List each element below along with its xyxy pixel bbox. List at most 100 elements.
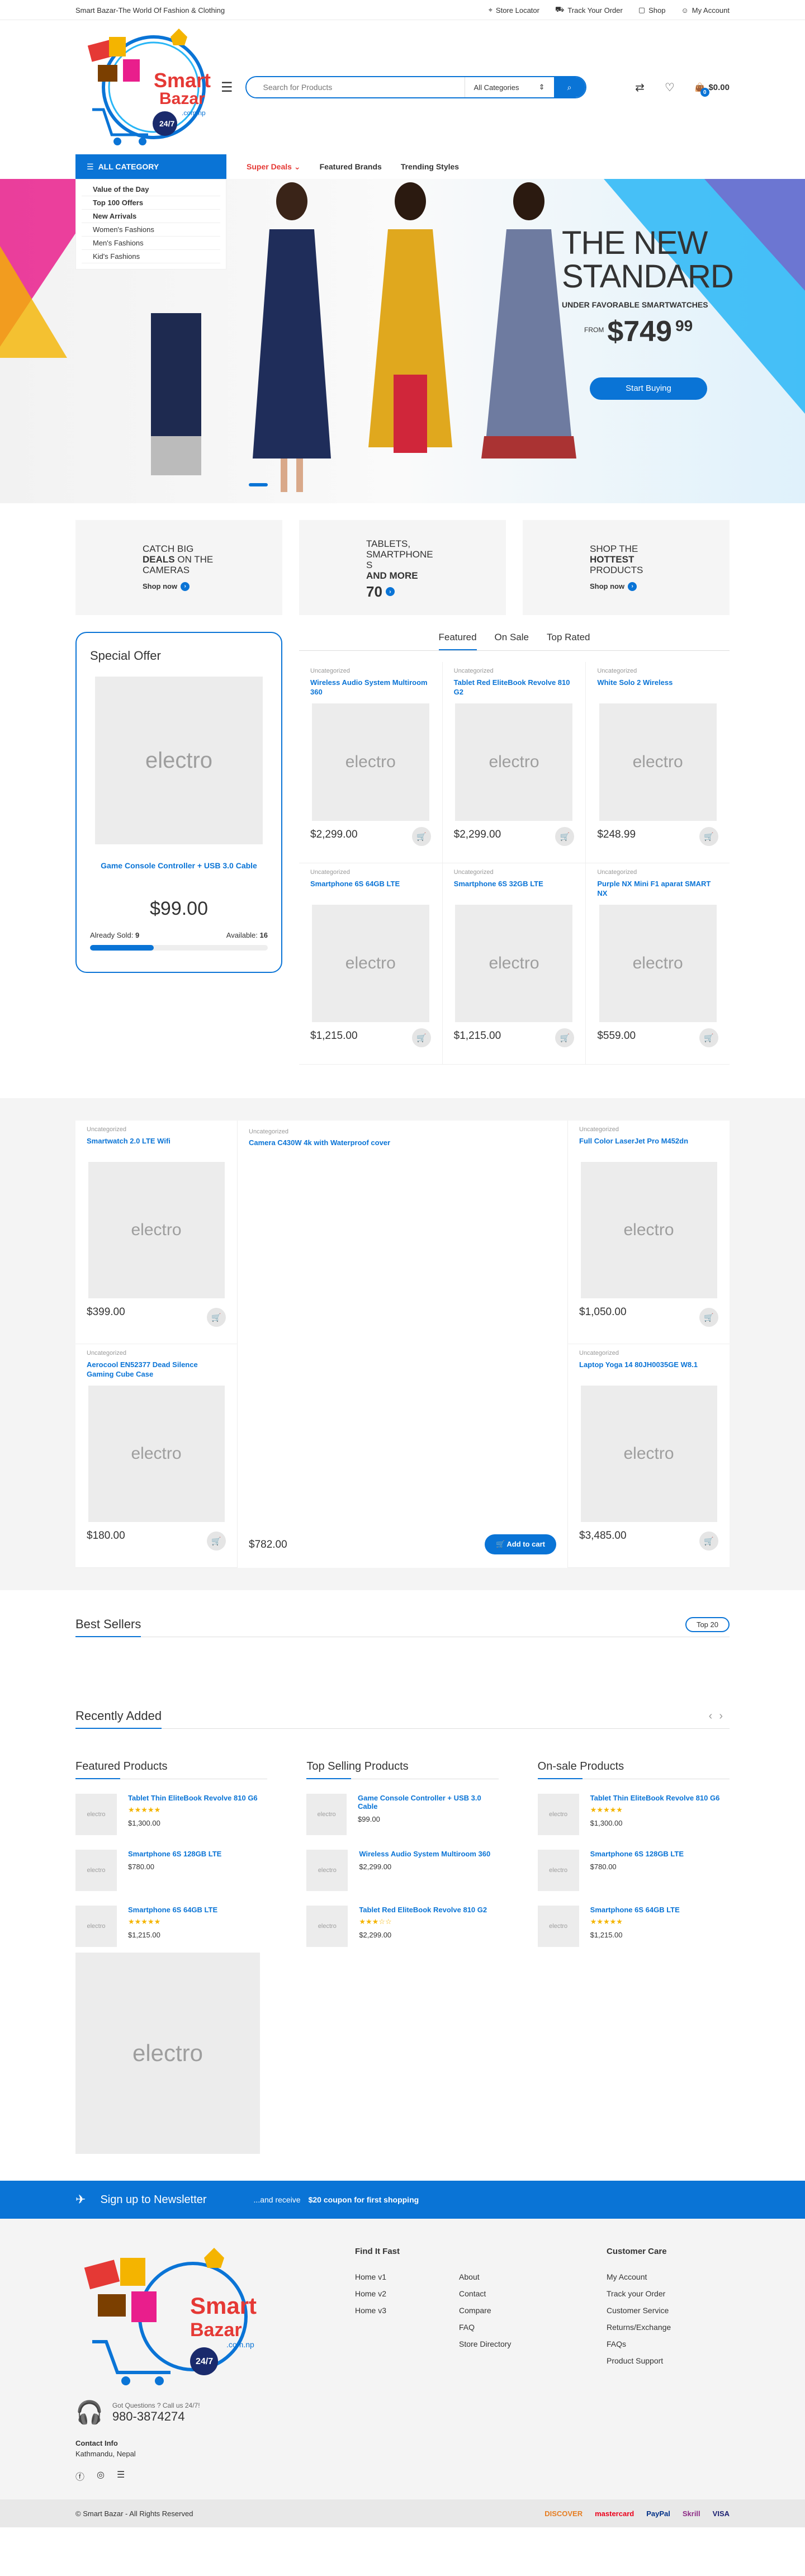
cart-icon[interactable]: 🛒 [699,1532,718,1551]
footer-link[interactable]: Track your Order [607,2285,671,2302]
footer-link[interactable]: Home v1 [355,2268,386,2285]
nav-super-deals[interactable]: Super Deals ⌄ [247,162,301,172]
menu-icon[interactable]: ☰ [221,79,233,96]
top-20-button[interactable]: Top 20 [685,1617,730,1632]
cart-icon[interactable]: 🛒 [699,1028,718,1047]
category-item[interactable]: Men's Fashions [82,237,220,250]
rss-icon[interactable]: ☰ [117,2469,125,2483]
cart-icon[interactable]: 🛒 [555,827,575,846]
product-name[interactable]: Smartphone 6S 64GB LTE [310,879,431,901]
cart-icon[interactable]: 🛒 [411,827,431,846]
product-card[interactable]: Uncategorized Full Color LaserJet Pro M45… [567,1121,730,1344]
product-name[interactable]: Aerocool EN52377 Dead Silence Gaming Cub… [87,1360,226,1382]
slider-dot[interactable] [249,483,268,486]
instagram-icon[interactable]: ◎ [97,2469,105,2483]
product-name[interactable]: Camera C430W 4k with Waterproof cover [249,1138,556,1147]
list-item[interactable]: electro Smartphone 6S 128GB LTE $780.00 [75,1850,267,1891]
compare-icon[interactable]: ⇄ [635,81,645,94]
nav-featured-brands[interactable]: Featured Brands [320,162,382,172]
all-category-button[interactable]: ☰ ALL CATEGORY [75,154,226,179]
product-name[interactable]: Smartwatch 2.0 LTE Wifi [87,1136,226,1159]
product-name[interactable]: White Solo 2 Wireless [597,678,718,700]
heart-icon[interactable]: ♡ [665,81,675,94]
product-name[interactable]: Smartphone 6S 64GB LTE [590,1906,680,1914]
list-item[interactable]: electro Tablet Thin EliteBook Revolve 810… [537,1794,730,1835]
search-button[interactable]: ⌕ [553,77,585,97]
product-card[interactable]: Uncategorized Smartphone 6S 64GB LTE elect… [299,863,443,1065]
tab-featured[interactable]: Featured [438,632,477,650]
list-item[interactable]: electro Tablet Red EliteBook Revolve 810 … [306,1906,498,1947]
list-item[interactable]: electro Game Console Controller + USB 3.0… [306,1794,498,1835]
footer-link[interactable]: About [459,2268,511,2285]
special-offer-card[interactable]: Special Offer electro Game Console Contr… [75,632,282,973]
list-item[interactable]: electro Wireless Audio System Multiroom 3… [306,1850,498,1891]
category-select[interactable]: All Categories ⇕ [464,77,554,97]
category-item[interactable]: Top 100 Offers [82,196,220,210]
cart-icon[interactable]: 🛒 [699,1308,718,1327]
footer-link[interactable]: Store Directory [459,2336,511,2352]
product-name[interactable]: Laptop Yoga 14 80JH0035GE W8.1 [579,1360,718,1382]
product-name[interactable]: Game Console Controller + USB 3.0 Cable [358,1794,499,1811]
shop-link[interactable]: ▢ Shop [638,5,666,15]
category-item[interactable]: New Arrivals [82,210,220,223]
product-name[interactable]: Tablet Thin EliteBook Revolve 810 G6 [590,1794,720,1802]
facebook-icon[interactable]: ⓕ [75,2469,84,2483]
add-to-cart-button[interactable]: 🛒 Add to cart [485,1534,556,1554]
cart-icon[interactable]: 🛒 [207,1532,226,1551]
product-name[interactable]: Tablet Red EliteBook Revolve 810 G2 [359,1906,487,1914]
chevron-left-icon[interactable]: ‹ [709,1710,719,1722]
product-name[interactable]: Purple NX Mini F1 aparat SMART NX [597,879,718,901]
list-item[interactable]: electro Tablet Thin EliteBook Revolve 810… [75,1794,267,1835]
list-item[interactable]: electro Smartphone 6S 64GB LTE ★★★★★ $1,215… [75,1906,267,1947]
product-name[interactable]: Wireless Audio System Multiroom 360 [310,678,431,700]
product-name[interactable]: Smartphone 6S 64GB LTE [128,1906,217,1914]
category-item[interactable]: Women's Fashions [82,223,220,237]
category-item[interactable]: Kid's Fashions [82,250,220,263]
nav-trending-styles[interactable]: Trending Styles [401,162,459,172]
banner-tablets[interactable]: TABLETS, SMARTPHONE S AND MORE 70 › [299,520,506,615]
chevron-right-icon[interactable]: › [719,1710,730,1722]
tab-on-sale[interactable]: On Sale [495,632,529,650]
product-card[interactable]: Uncategorized Purple NX Mini F1 aparat SM… [586,863,730,1065]
product-card[interactable]: Uncategorized Tablet Red EliteBook Revolv… [442,662,586,863]
product-card[interactable]: Uncategorized Laptop Yoga 14 80JH0035GE W… [567,1344,730,1568]
product-name[interactable]: Full Color LaserJet Pro M452dn [579,1136,718,1159]
cart-icon[interactable]: 🛒 [699,827,718,846]
product-card[interactable]: Uncategorized Wireless Audio System Multi… [299,662,443,863]
footer-link[interactable]: Contact [459,2285,511,2302]
cart-icon[interactable]: 🛒 [207,1308,226,1327]
start-buying-button[interactable]: Start Buying [590,377,707,400]
featured-product-large[interactable]: Uncategorized Camera C430W 4k with Water… [238,1121,567,1568]
footer-link[interactable]: Customer Service [607,2302,671,2319]
product-name[interactable]: Smartphone 6S 128GB LTE [128,1850,221,1858]
category-item[interactable]: Value of the Day [82,183,220,196]
footer-link[interactable]: Home v3 [355,2302,386,2319]
cart-icon[interactable]: 🛒 [555,1028,575,1047]
list-item[interactable]: electro Smartphone 6S 128GB LTE $780.00 [537,1850,730,1891]
footer-link[interactable]: Home v2 [355,2285,386,2302]
product-name[interactable]: Tablet Red EliteBook Revolve 810 G2 [454,678,575,700]
product-name[interactable]: Tablet Thin EliteBook Revolve 810 G6 [128,1794,258,1802]
banner-cameras[interactable]: CATCH BIG DEALS ON THE CAMERAS Shop now › [75,520,282,615]
product-card[interactable]: Uncategorized Aerocool EN52377 Dead Silen… [75,1344,238,1568]
product-card[interactable]: Uncategorized Smartphone 6S 32GB LTE elect… [442,863,586,1065]
footer-link[interactable]: FAQ [459,2319,511,2336]
product-name[interactable]: Smartphone 6S 128GB LTE [590,1850,684,1858]
site-logo[interactable]: Smart Bazar .com.np 24/7 [75,26,221,149]
footer-link[interactable]: Returns/Exchange [607,2319,671,2336]
footer-logo[interactable]: Smart Bazar .com.np 24/7 [75,2247,355,2388]
product-card[interactable]: Uncategorized White Solo 2 Wireless electr… [586,662,730,863]
list-item[interactable]: electro Smartphone 6S 64GB LTE ★★★★★ $1,215… [537,1906,730,1947]
search-input[interactable] [246,77,465,97]
promo-image[interactable]: electro [75,1953,260,2154]
phone-number[interactable]: 980-3874274 [112,2409,200,2424]
cart-icon[interactable]: 🛒 [411,1028,431,1047]
store-locator-link[interactable]: ⌖ Store Locator [489,5,539,15]
product-name[interactable]: Game Console Controller + USB 3.0 Cable [90,861,268,870]
footer-link[interactable]: My Account [607,2268,671,2285]
footer-link[interactable]: Compare [459,2302,511,2319]
footer-link[interactable]: Product Support [607,2352,671,2369]
cart-button[interactable]: 👜 0 $0.00 [695,82,730,97]
track-order-link[interactable]: ⛟ Track Your Order [555,5,623,15]
product-card[interactable]: Uncategorized Smartwatch 2.0 LTE Wifi elec… [75,1121,238,1344]
